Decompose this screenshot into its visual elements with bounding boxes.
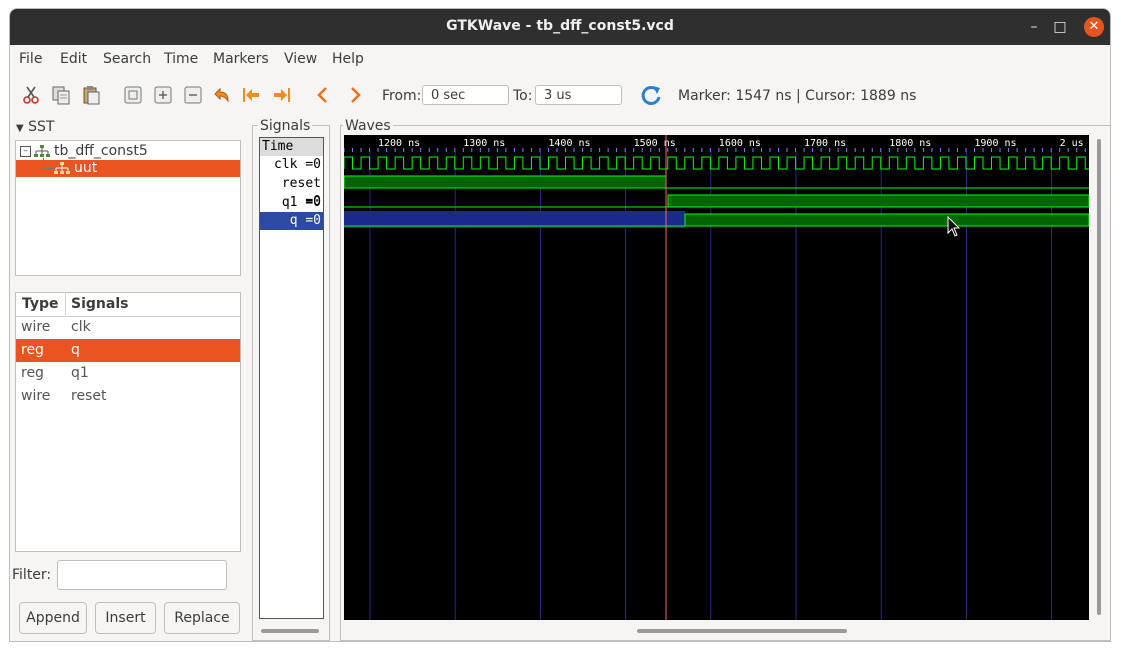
cell-type: wire: [21, 319, 51, 335]
hierarchy-tree: – tb_dff_const5 uut: [15, 140, 241, 276]
waves-horizontal-scrollbar[interactable]: [637, 629, 847, 633]
time-label: 2 us: [1060, 138, 1084, 149]
tree-line: [43, 158, 54, 169]
reload-icon[interactable]: [640, 84, 662, 106]
column-divider: [65, 292, 66, 315]
waves-panel-label: Waves: [343, 118, 393, 134]
copy-icon[interactable]: [51, 85, 71, 105]
minimize-button[interactable]: –: [1024, 17, 1044, 37]
waves-vertical-scrollbar[interactable]: [1097, 139, 1101, 615]
menu-time[interactable]: Time: [164, 51, 198, 67]
menu-file[interactable]: File: [19, 51, 42, 67]
module-tree-icon: [34, 145, 50, 157]
to-input[interactable]: 3 us: [535, 85, 622, 105]
filter-input[interactable]: [57, 560, 227, 590]
insert-button[interactable]: Insert: [95, 602, 156, 634]
menu-bar: File Edit Search Time Markers View Help: [10, 45, 1110, 73]
q1-high-segment: [667, 194, 1089, 208]
prev-edge-icon[interactable]: [313, 85, 333, 105]
table-row[interactable]: wire reset: [16, 385, 240, 408]
from-input[interactable]: 0 sec: [422, 85, 509, 105]
cell-type: reg: [21, 365, 44, 381]
append-button[interactable]: Append: [19, 602, 87, 634]
reset-high-segment: [344, 175, 667, 189]
signal-row[interactable]: clk =0: [260, 156, 323, 174]
cell-type: wire: [21, 388, 51, 404]
signal-row-time[interactable]: Time: [260, 138, 323, 156]
from-label: From:: [382, 88, 422, 104]
sst-expander[interactable]: ▼ SST: [16, 119, 54, 135]
undo-zoom-icon[interactable]: [211, 85, 231, 105]
menu-markers[interactable]: Markers: [213, 51, 269, 67]
cut-icon[interactable]: [21, 85, 41, 105]
waveform-svg[interactable]: 1200 ns 1300 ns 1400 ns 1500 ns 1600 ns 1700 …: [344, 135, 1089, 620]
q-high-segment: [684, 213, 1089, 227]
time-label: 1800 ns: [889, 138, 931, 149]
column-header-signals[interactable]: Signals: [71, 296, 128, 312]
table-row[interactable]: reg q1: [16, 362, 240, 385]
window-title: GTKWave - tb_dff_const5.vcd: [446, 18, 674, 34]
column-header-type[interactable]: Type: [22, 296, 59, 312]
tree-item-label: tb_dff_const5: [54, 143, 148, 159]
to-label: To:: [513, 88, 533, 104]
cell-type: reg: [21, 342, 44, 358]
time-label: 1400 ns: [548, 138, 590, 149]
zoom-in-icon[interactable]: [153, 85, 173, 105]
title-bar[interactable]: GTKWave - tb_dff_const5.vcd – □ ✕: [10, 9, 1110, 45]
signals-horizontal-scrollbar[interactable]: [261, 629, 319, 633]
menu-view[interactable]: View: [284, 51, 317, 67]
tree-item-label: uut: [74, 160, 98, 176]
time-label: 1900 ns: [974, 138, 1016, 149]
close-button[interactable]: ✕: [1084, 17, 1104, 37]
time-label: 1200 ns: [378, 138, 420, 149]
signal-row-selected[interactable]: q =0: [260, 212, 323, 230]
cell-signal: q: [71, 342, 80, 358]
menu-edit[interactable]: Edit: [60, 51, 87, 67]
q-selected-highlight: [344, 211, 685, 228]
zoom-fit-icon[interactable]: [123, 85, 143, 105]
cell-signal: reset: [71, 388, 107, 404]
triangle-down-icon: ▼: [16, 123, 24, 134]
next-edge-icon[interactable]: [345, 85, 365, 105]
time-label: 1700 ns: [804, 138, 846, 149]
time-label: 1500 ns: [634, 138, 676, 149]
replace-button[interactable]: Replace: [164, 602, 240, 634]
signal-row[interactable]: q1 =0: [260, 194, 323, 212]
table-row[interactable]: reg q: [16, 339, 240, 362]
time-label: 1300 ns: [463, 138, 505, 149]
zoom-to-start-icon[interactable]: [241, 85, 261, 105]
signals-panel-label: Signals: [258, 118, 313, 134]
zoom-out-icon[interactable]: [183, 85, 203, 105]
sst-label: SST: [28, 119, 55, 135]
signals-list: Time clk =0 reset =0 q1 =0 q =0: [259, 137, 324, 619]
module-tree-icon: [54, 162, 70, 174]
signal-table: Type Signals wire clk reg q reg q1 wire …: [15, 292, 241, 552]
toolbar: From: 0 sec To: 3 us Marker: 1547 ns | C…: [10, 75, 1110, 115]
waveform-canvas[interactable]: 1200 ns 1300 ns 1400 ns 1500 ns 1600 ns 1700 …: [344, 135, 1089, 620]
menu-search[interactable]: Search: [103, 51, 151, 67]
table-row[interactable]: wire clk: [16, 316, 240, 339]
signal-row[interactable]: reset =0: [260, 175, 323, 209]
cell-signal: q1: [71, 365, 89, 381]
collapse-icon[interactable]: –: [20, 146, 31, 157]
table-header: Type Signals: [16, 292, 240, 317]
paste-icon[interactable]: [81, 85, 101, 105]
gtkwave-window: GTKWave - tb_dff_const5.vcd – □ ✕ File E…: [9, 8, 1111, 642]
maximize-button[interactable]: □: [1050, 17, 1070, 37]
cell-signal: clk: [71, 319, 91, 335]
zoom-to-end-icon[interactable]: [272, 85, 292, 105]
time-label: 1600 ns: [719, 138, 761, 149]
filter-label: Filter:: [12, 567, 52, 583]
menu-help[interactable]: Help: [332, 51, 364, 67]
clk-wave: [344, 156, 1089, 170]
tree-item-uut[interactable]: uut: [16, 158, 240, 177]
marker-cursor-status: Marker: 1547 ns | Cursor: 1889 ns: [678, 88, 917, 104]
